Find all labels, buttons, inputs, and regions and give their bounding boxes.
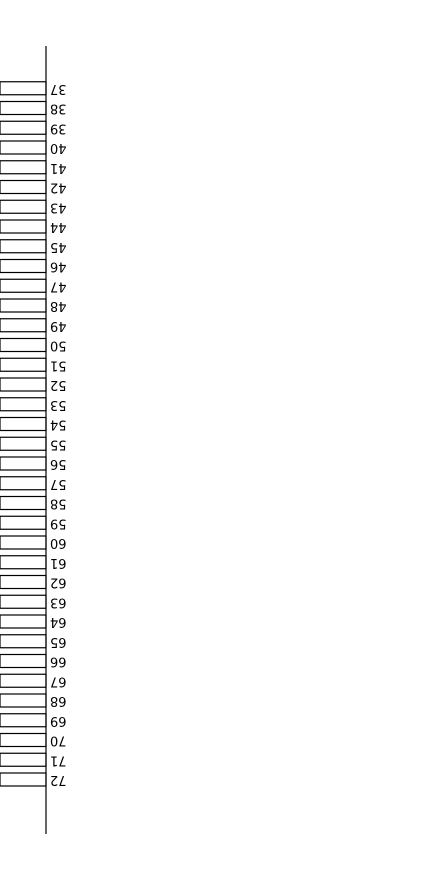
bar-69	[0, 713, 47, 728]
bar-59	[0, 515, 47, 530]
bar-42	[0, 179, 47, 195]
tick-label-62: 62	[50, 575, 67, 590]
tick-label-72: 72	[50, 772, 67, 787]
tick-label-58: 58	[50, 496, 67, 511]
bar-50	[0, 337, 47, 353]
bar-39	[0, 120, 47, 135]
tick-label-57: 57	[50, 476, 67, 491]
tick-label-48: 48	[50, 298, 67, 313]
bar-72	[0, 772, 47, 787]
bar-55	[0, 436, 47, 451]
bar-68	[0, 693, 47, 708]
tick-label-54: 54	[50, 417, 67, 432]
bar-49	[0, 318, 47, 333]
bar-46	[0, 258, 47, 274]
bar-43	[0, 199, 47, 214]
bar-56	[0, 456, 47, 471]
tick-label-42: 42	[50, 180, 67, 195]
tick-label-66: 66	[50, 654, 67, 669]
bar-37	[0, 81, 47, 96]
tick-label-51: 51	[50, 357, 67, 372]
tick-label-56: 56	[50, 456, 67, 471]
tick-label-44: 44	[50, 219, 67, 234]
bar-67	[0, 673, 47, 688]
tick-label-53: 53	[50, 397, 67, 412]
bar-70	[0, 732, 47, 748]
bar-58	[0, 495, 47, 511]
tick-label-60: 60	[50, 535, 67, 550]
bars-group	[0, 81, 47, 787]
chart-plot-area: 37 38 39 40 41 42 43 44 45 46 47 48 49 50 51 52 53 54 55 56…	[0, 46, 67, 834]
bar-52	[0, 377, 47, 392]
tick-label-71: 71	[50, 752, 67, 767]
tick-label-59: 59	[50, 515, 67, 530]
tick-labels-group: 37 38 39 40 41 42 43 44 45 46 47 48 49 50 51 52 53 54 55 56…	[50, 81, 67, 787]
bar-40	[0, 140, 47, 155]
tick-label-52: 52	[50, 377, 67, 392]
tick-label-47: 47	[50, 278, 67, 293]
chart: 37 38 39 40 41 42 43 44 45 46 47 48 49 50 51 52 53 54 55 56…	[0, 0, 441, 882]
tick-label-41: 41	[50, 160, 67, 175]
bar-66	[0, 653, 47, 669]
tick-label-46: 46	[50, 259, 67, 274]
bar-51	[0, 357, 47, 372]
tick-label-64: 64	[50, 614, 67, 629]
tick-label-67: 67	[50, 673, 67, 688]
tick-label-63: 63	[50, 594, 67, 609]
tick-label-61: 61	[50, 555, 67, 570]
bar-48	[0, 298, 47, 313]
bar-45	[0, 239, 47, 254]
tick-label-39: 39	[50, 120, 67, 135]
bar-53	[0, 397, 47, 412]
tick-label-68: 68	[50, 693, 67, 708]
bar-57	[0, 476, 47, 491]
bar-71	[0, 752, 47, 767]
tick-label-49: 49	[50, 318, 67, 333]
bar-60	[0, 535, 47, 550]
bar-chart-svg: 37 38 39 40 41 42 43 44 45 46 47 48 49 50 51 52 53 54 55 56…	[0, 46, 67, 834]
tick-label-45: 45	[50, 239, 67, 254]
bar-63	[0, 594, 47, 609]
bar-47	[0, 278, 47, 293]
tick-label-37: 37	[50, 81, 67, 96]
bar-64	[0, 614, 47, 629]
tick-label-38: 38	[50, 101, 67, 116]
tick-label-65: 65	[50, 634, 67, 649]
tick-label-43: 43	[50, 199, 67, 214]
bar-54	[0, 416, 47, 432]
tick-label-70: 70	[50, 733, 67, 748]
tick-label-55: 55	[50, 436, 67, 451]
bar-62	[0, 574, 47, 590]
bar-65	[0, 634, 47, 649]
bar-38	[0, 100, 47, 116]
bar-44	[0, 219, 47, 234]
tick-label-69: 69	[50, 713, 67, 728]
bar-61	[0, 555, 47, 570]
tick-label-50: 50	[50, 338, 67, 353]
tick-label-40: 40	[50, 140, 67, 155]
bar-41	[0, 160, 47, 175]
